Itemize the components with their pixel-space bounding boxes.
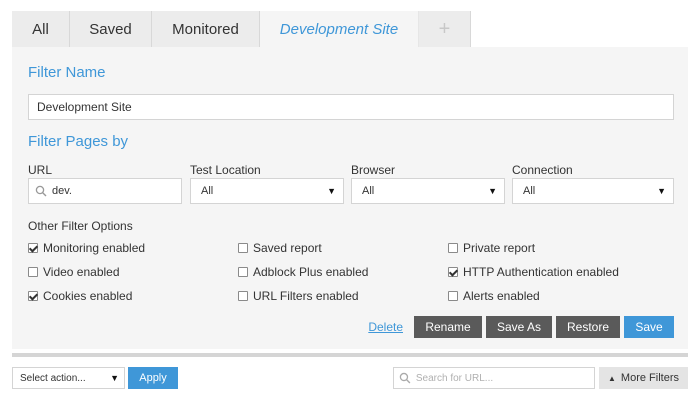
save-button[interactable]: Save: [624, 316, 674, 338]
section-divider: [12, 353, 688, 357]
test-location-select[interactable]: All ▼: [190, 178, 344, 204]
filter-tabs: All Saved Monitored Development Site +: [12, 11, 688, 47]
filter-actions: Delete Rename Save As Restore Save: [368, 316, 674, 338]
checkbox-private-report[interactable]: Private report: [448, 241, 535, 255]
tab-bar-spacer: [471, 11, 688, 47]
bulk-action-value: Select action...: [20, 372, 86, 384]
search-icon: [399, 372, 411, 384]
checkbox-http-authentication-enabled[interactable]: HTTP Authentication enabled: [448, 265, 619, 279]
checkbox-label: HTTP Authentication enabled: [463, 265, 619, 279]
browser-select[interactable]: All ▼: [351, 178, 505, 204]
checkbox-adblock-plus-enabled[interactable]: Adblock Plus enabled: [238, 265, 368, 279]
connection-value: All: [523, 185, 536, 197]
tab-all[interactable]: All: [12, 11, 70, 47]
save-as-button[interactable]: Save As: [486, 316, 552, 338]
url-filter-input[interactable]: [52, 185, 172, 197]
search-icon: [35, 185, 47, 197]
checkbox-box[interactable]: [238, 243, 248, 253]
checkbox-box[interactable]: [238, 291, 248, 301]
checkbox-box[interactable]: [238, 267, 248, 277]
bulk-action-select[interactable]: Select action... ▼: [12, 367, 125, 389]
other-filter-options-label: Other Filter Options: [28, 219, 133, 233]
connection-label: Connection: [512, 163, 573, 177]
browser-label: Browser: [351, 163, 396, 177]
checkbox-label: URL Filters enabled: [253, 289, 359, 303]
checkbox-video-enabled[interactable]: Video enabled: [28, 265, 120, 279]
checkbox-cookies-enabled[interactable]: Cookies enabled: [28, 289, 132, 303]
filter-editor-panel: Filter Name Filter Pages by URL Test Loc…: [12, 47, 688, 349]
test-location-value: All: [201, 185, 214, 197]
caret-down-icon: ▼: [488, 186, 497, 196]
connection-select[interactable]: All ▼: [512, 178, 674, 204]
caret-down-icon: ▼: [327, 186, 336, 196]
delete-link[interactable]: Delete: [368, 320, 403, 334]
filter-pages-heading: Filter Pages by: [28, 133, 129, 150]
checkbox-box[interactable]: [28, 243, 38, 253]
checkbox-label: Alerts enabled: [463, 289, 540, 303]
caret-down-icon: ▼: [657, 186, 666, 196]
browser-value: All: [362, 185, 375, 197]
checkbox-box[interactable]: [448, 291, 458, 301]
url-filter-field[interactable]: [28, 178, 182, 204]
restore-button[interactable]: Restore: [556, 316, 620, 338]
checkbox-label: Video enabled: [43, 265, 120, 279]
tab-saved[interactable]: Saved: [70, 11, 152, 47]
checkbox-box[interactable]: [448, 267, 458, 277]
checkbox-box[interactable]: [28, 291, 38, 301]
chevron-up-icon: ▲: [608, 373, 616, 383]
checkbox-saved-report[interactable]: Saved report: [238, 241, 322, 255]
url-label: URL: [28, 163, 53, 177]
rename-button[interactable]: Rename: [414, 316, 482, 338]
url-search-input[interactable]: [415, 372, 594, 384]
tab-development-site[interactable]: Development Site: [260, 11, 419, 47]
filter-name-input[interactable]: [28, 94, 674, 120]
checkbox-label: Monitoring enabled: [43, 241, 146, 255]
tab-monitored[interactable]: Monitored: [152, 11, 260, 47]
more-filters-label: More Filters: [620, 372, 679, 384]
checkbox-label: Saved report: [253, 241, 322, 255]
filter-name-heading: Filter Name: [28, 64, 106, 81]
checkbox-label: Adblock Plus enabled: [253, 265, 369, 279]
checkbox-alerts-enabled[interactable]: Alerts enabled: [448, 289, 540, 303]
checkbox-label: Cookies enabled: [43, 289, 133, 303]
more-filters-button[interactable]: ▲ More Filters: [599, 367, 688, 389]
caret-down-icon: ▼: [110, 373, 119, 383]
checkbox-box[interactable]: [448, 243, 458, 253]
url-search-field[interactable]: [393, 367, 595, 389]
checkbox-url-filters-enabled[interactable]: URL Filters enabled: [238, 289, 359, 303]
checkbox-label: Private report: [463, 241, 536, 255]
checkbox-box[interactable]: [28, 267, 38, 277]
add-tab-plus-icon[interactable]: +: [419, 11, 471, 47]
apply-button[interactable]: Apply: [128, 367, 178, 389]
test-location-label: Test Location: [190, 163, 261, 177]
checkbox-monitoring-enabled[interactable]: Monitoring enabled: [28, 241, 145, 255]
